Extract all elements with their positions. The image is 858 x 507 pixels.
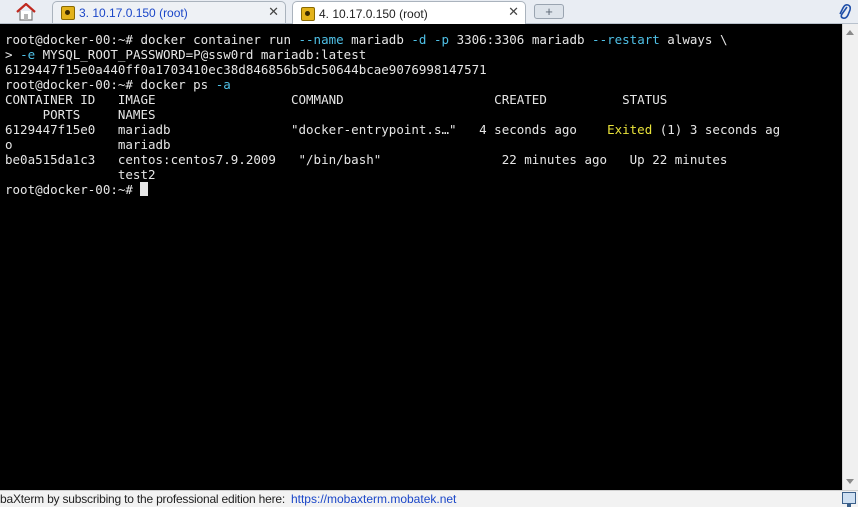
new-tab-button[interactable]: + <box>534 4 564 19</box>
terminal-text: -e <box>20 47 36 62</box>
terminal-text: (1) 3 seconds ag <box>652 122 781 137</box>
terminal-line: 6129447f15e0 mariadb "docker-entrypoint.… <box>5 122 780 137</box>
terminal-cursor <box>140 182 149 196</box>
terminal-text: MYSQL_ROOT_PASSWORD=P@ssw0rd mariadb:lat… <box>35 47 367 62</box>
terminal-text: mariadb <box>343 32 412 47</box>
terminal-text: PORTS NAMES <box>5 107 156 122</box>
terminal-text: root@docker-00:~# docker container run <box>5 32 299 47</box>
status-bar: baXterm by subscribing to the profession… <box>0 490 858 507</box>
monitor-icon[interactable] <box>842 492 856 507</box>
terminal-output: root@docker-00:~# docker container run -… <box>5 32 780 197</box>
tab-session-3[interactable]: 3. 10.17.0.150 (root) ✕ <box>52 1 286 23</box>
terminal-line: o mariadb <box>5 137 780 152</box>
vertical-scrollbar[interactable] <box>842 24 858 490</box>
attachment-button[interactable] <box>836 2 854 22</box>
terminal-text: root@docker-00:~# <box>5 182 141 197</box>
terminal-line: 6129447f15e0a440ff0a1703410ec38d846856b5… <box>5 62 780 77</box>
terminal-text: always \ <box>659 32 728 47</box>
tab-label: 3. 10.17.0.150 (root) <box>79 5 188 20</box>
terminal-text: --restart <box>592 32 660 47</box>
terminal-text: 6129447f15e0 mariadb "docker-entrypoint.… <box>5 122 608 137</box>
terminal-text: --name <box>298 32 344 47</box>
terminal-text: > <box>5 47 21 62</box>
home-icon <box>16 3 36 21</box>
scroll-up-icon[interactable] <box>846 30 854 35</box>
terminal[interactable]: root@docker-00:~# docker container run -… <box>0 24 842 490</box>
tab-label: 4. 10.17.0.150 (root) <box>319 6 428 21</box>
terminal-text: 6129447f15e0a440ff0a1703410ec38d846856b5… <box>5 62 487 77</box>
plus-icon: + <box>545 4 553 19</box>
scroll-down-icon[interactable] <box>846 479 854 484</box>
terminal-line: root@docker-00:~# docker ps -a <box>5 77 780 92</box>
terminal-text: -p <box>433 32 450 47</box>
terminal-text: be0a515da1c3 centos:centos7.9.2009 "/bin… <box>5 152 728 167</box>
terminal-text: 3306:3306 mariadb <box>449 32 593 47</box>
terminal-text: root@docker-00:~# docker ps <box>5 77 216 92</box>
terminal-line: CONTAINER ID IMAGE COMMAND CREATED STATU… <box>5 92 780 107</box>
terminal-line: root@docker-00:~# docker container run -… <box>5 32 780 47</box>
home-button[interactable] <box>14 2 38 22</box>
mobaxterm-link[interactable]: https://mobaxterm.mobatek.net <box>291 492 456 506</box>
terminal-text: o mariadb <box>5 137 171 152</box>
terminal-line: be0a515da1c3 centos:centos7.9.2009 "/bin… <box>5 152 780 167</box>
tab-session-4[interactable]: 4. 10.17.0.150 (root) ✕ <box>292 1 526 25</box>
key-icon <box>301 6 315 21</box>
tab-bar: 3. 10.17.0.150 (root) ✕ 4. 10.17.0.150 (… <box>0 0 858 25</box>
terminal-text: -a <box>215 77 231 92</box>
terminal-line: root@docker-00:~# <box>5 182 780 197</box>
terminal-text: Exited <box>607 122 653 137</box>
terminal-line: test2 <box>5 167 780 182</box>
terminal-text: test2 <box>5 167 156 182</box>
close-icon[interactable]: ✕ <box>268 5 279 19</box>
paperclip-icon <box>839 4 852 19</box>
terminal-line: > -e MYSQL_ROOT_PASSWORD=P@ssw0rd mariad… <box>5 47 780 62</box>
key-icon <box>61 5 75 20</box>
close-icon[interactable]: ✕ <box>508 5 519 19</box>
terminal-text: -d <box>411 32 427 47</box>
terminal-text: CONTAINER ID IMAGE COMMAND CREATED STATU… <box>5 92 668 107</box>
terminal-line: PORTS NAMES <box>5 107 780 122</box>
status-message: baXterm by subscribing to the profession… <box>0 492 285 506</box>
